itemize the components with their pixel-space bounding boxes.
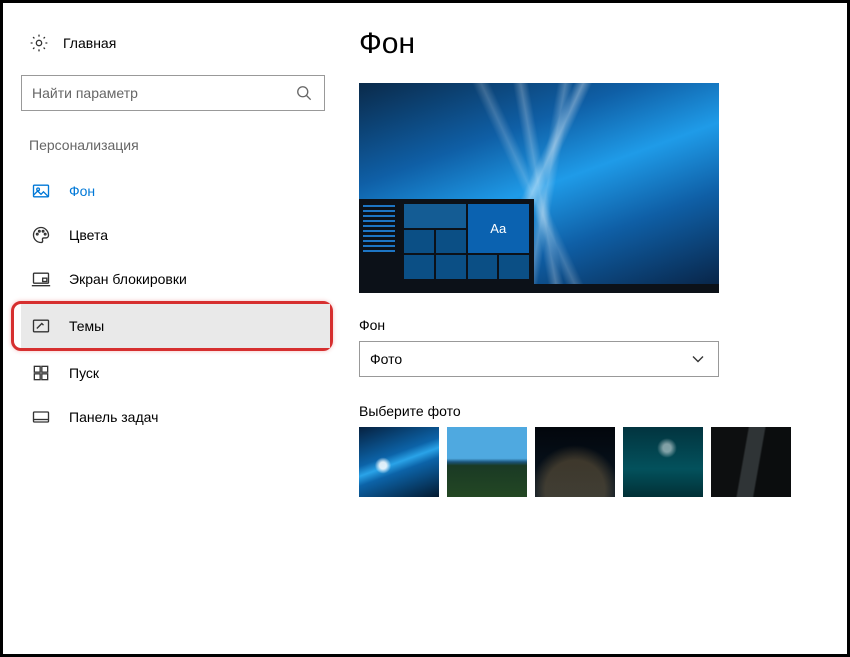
- photo-thumb[interactable]: [359, 427, 439, 497]
- section-title: Персонализация: [21, 133, 331, 167]
- desktop-preview: Aa: [359, 83, 719, 293]
- sidebar-item-label: Темы: [69, 318, 104, 334]
- lockscreen-icon: [31, 269, 51, 289]
- picture-icon: [31, 181, 51, 201]
- sidebar: Главная Найти параметр Персонализация: [21, 27, 331, 654]
- sidebar-item-label: Цвета: [69, 227, 108, 243]
- preview-taskbar: [359, 284, 719, 293]
- palette-icon: [31, 225, 51, 245]
- search-wrap: Найти параметр: [21, 75, 325, 111]
- gear-icon: [29, 33, 49, 53]
- main-panel: Фон Aa Фон Фото: [331, 27, 829, 654]
- photo-thumbnails: [359, 427, 829, 497]
- preview-startmenu: Aa: [359, 199, 534, 284]
- sidebar-item-start[interactable]: Пуск: [21, 351, 331, 395]
- sidebar-item-label: Пуск: [69, 365, 99, 381]
- sidebar-item-label: Фон: [69, 183, 95, 199]
- taskbar-icon: [31, 407, 51, 427]
- choose-photo-label: Выберите фото: [359, 403, 829, 419]
- sidebar-item-label: Панель задач: [69, 409, 158, 425]
- start-tiles-icon: [31, 363, 51, 383]
- search-icon: [294, 83, 314, 103]
- home-nav[interactable]: Главная: [21, 27, 331, 59]
- nav-list: Фон Цвета: [21, 169, 331, 439]
- photo-thumb[interactable]: [535, 427, 615, 497]
- photo-thumb[interactable]: [711, 427, 791, 497]
- themes-icon: [31, 316, 51, 336]
- search-input[interactable]: Найти параметр: [21, 75, 325, 111]
- search-placeholder: Найти параметр: [32, 85, 294, 101]
- sidebar-item-colors[interactable]: Цвета: [21, 213, 331, 257]
- sidebar-item-background[interactable]: Фон: [21, 169, 331, 213]
- photo-thumb[interactable]: [447, 427, 527, 497]
- photo-thumb[interactable]: [623, 427, 703, 497]
- sidebar-item-lockscreen[interactable]: Экран блокировки: [21, 257, 331, 301]
- preview-app-list: [359, 199, 399, 284]
- preview-tiles: Aa: [399, 199, 534, 284]
- dropdown-value: Фото: [370, 351, 688, 367]
- background-field-label: Фон: [359, 317, 829, 333]
- sidebar-item-taskbar[interactable]: Панель задач: [21, 395, 331, 439]
- sidebar-item-themes[interactable]: Темы: [21, 304, 330, 348]
- settings-app: Главная Найти параметр Персонализация: [3, 3, 847, 654]
- page-title: Фон: [359, 27, 829, 61]
- home-label: Главная: [63, 35, 116, 51]
- chevron-down-icon: [688, 349, 708, 369]
- preview-accent-tile: Aa: [468, 204, 530, 253]
- annotation-highlight: Темы: [11, 301, 333, 351]
- sidebar-item-label: Экран блокировки: [69, 271, 187, 287]
- background-type-dropdown[interactable]: Фото: [359, 341, 719, 377]
